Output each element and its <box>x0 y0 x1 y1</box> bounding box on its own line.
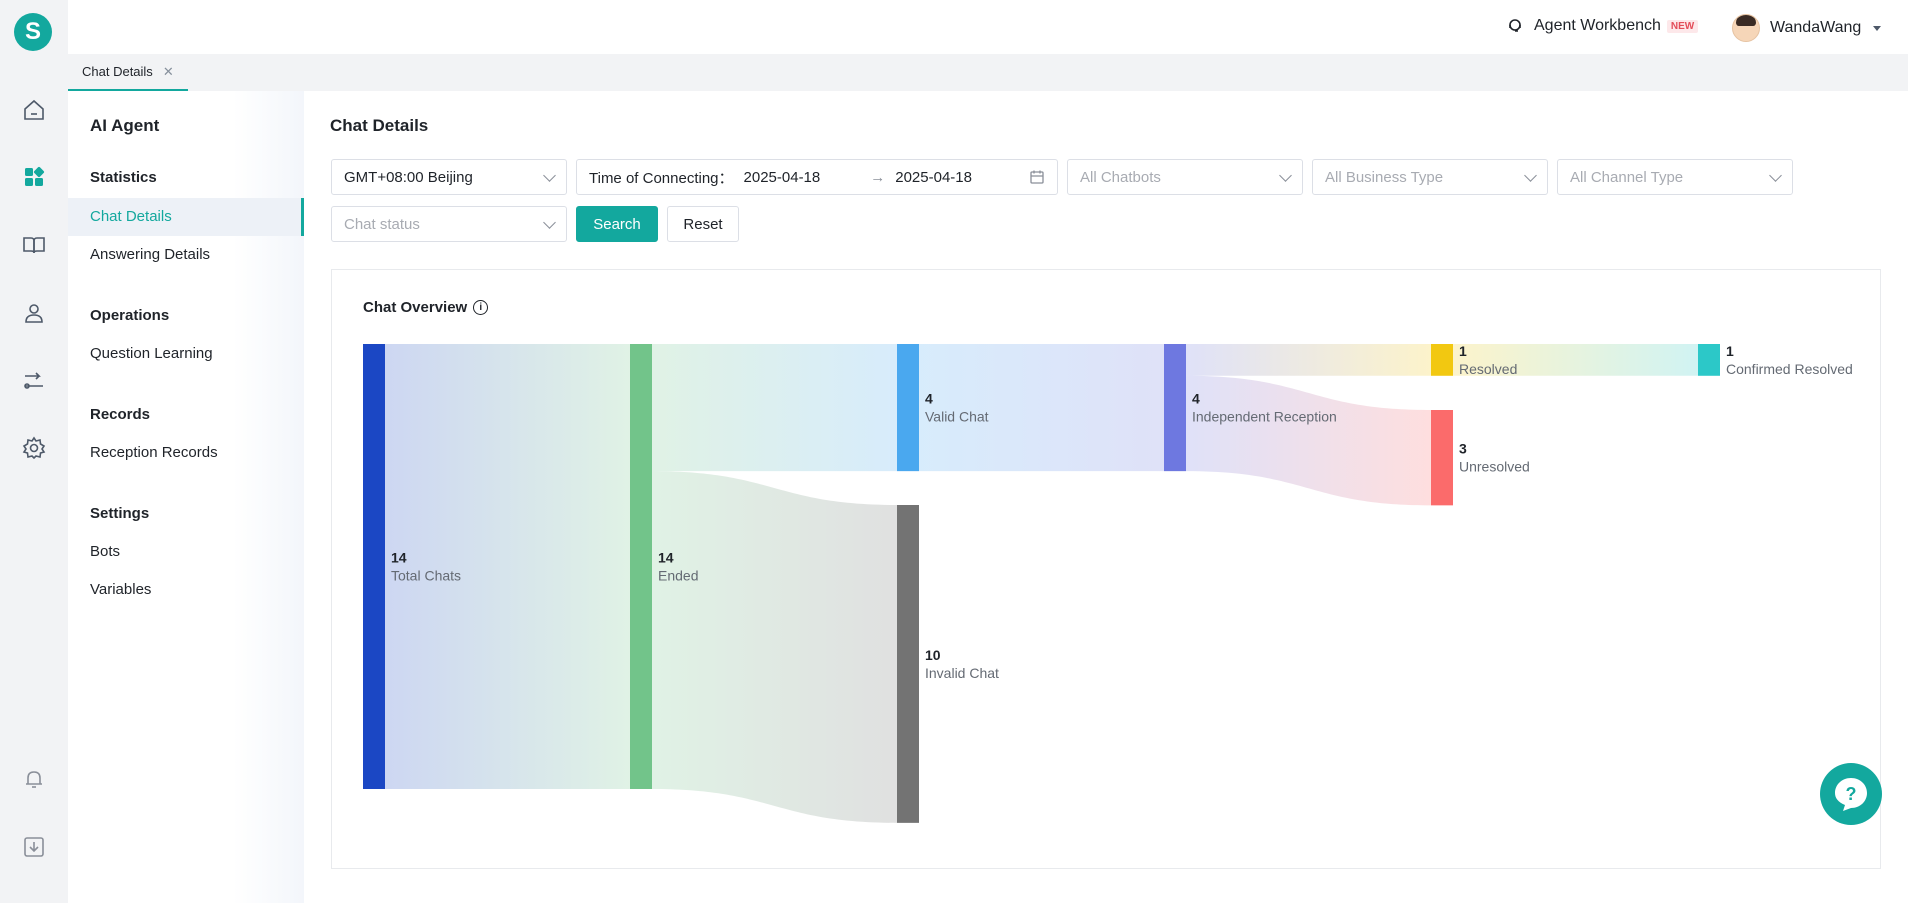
tab-strip: Chat Details ✕ <box>68 54 1908 91</box>
sankey-link-valid-independent[interactable] <box>919 344 1164 472</box>
sankey-node-independent[interactable] <box>1164 344 1186 472</box>
chat-status-placeholder: Chat status <box>344 215 420 233</box>
sankey-value-valid: 4 <box>925 391 933 407</box>
sankey-value-independent: 4 <box>1192 391 1200 407</box>
timezone-select[interactable]: GMT+08:00 Beijing <box>331 159 567 195</box>
book-icon[interactable] <box>20 231 48 259</box>
sankey-link-total-ended[interactable] <box>385 344 630 789</box>
date-start-input[interactable]: 2025-04-18 <box>744 169 821 186</box>
sankey-value-invalid: 10 <box>925 647 941 663</box>
sankey-node-total[interactable] <box>363 344 385 789</box>
sankey-label-ended: Ended <box>658 568 698 584</box>
agent-workbench-link[interactable]: Agent Workbench NEW <box>1506 17 1699 35</box>
dashboard-icon[interactable] <box>20 163 48 191</box>
new-badge: NEW <box>1666 19 1699 33</box>
caret-down-icon <box>1873 25 1882 31</box>
sankey-node-valid[interactable] <box>897 344 919 472</box>
section-statistics: Statistics <box>90 169 157 186</box>
chatbots-placeholder: All Chatbots <box>1080 168 1161 186</box>
sankey-value-confirmed: 1 <box>1726 343 1734 359</box>
chevron-down-icon <box>1524 169 1537 182</box>
section-operations: Operations <box>90 307 170 324</box>
tab-chat-details[interactable]: Chat Details ✕ <box>68 54 188 91</box>
left-rail: S <box>0 0 68 903</box>
business-type-placeholder: All Business Type <box>1325 168 1444 186</box>
sankey-node-confirmed[interactable] <box>1698 344 1720 376</box>
sankey-node-invalid[interactable] <box>897 505 919 823</box>
sankey-link-ended-invalid[interactable] <box>652 471 897 823</box>
chevron-down-icon <box>543 216 556 229</box>
chat-status-select[interactable]: Chat status <box>331 206 567 242</box>
sankey-link-independent-unresolved[interactable] <box>1186 375 1431 506</box>
sankey-label-resolved: Resolved <box>1459 361 1517 377</box>
sankey-value-total: 14 <box>391 550 407 566</box>
sankey-value-ended: 14 <box>658 550 674 566</box>
section-records: Records <box>90 406 151 423</box>
search-button[interactable]: Search <box>576 206 658 242</box>
section-settings: Settings <box>90 505 150 522</box>
sidebar-title: AI Agent <box>90 116 160 135</box>
tab-label: Chat Details <box>82 64 153 79</box>
chevron-down-icon <box>543 169 556 182</box>
top-header: Agent Workbench NEW WandaWang <box>68 0 1908 54</box>
sankey-label-unresolved: Unresolved <box>1459 459 1530 475</box>
sankey-chart: 14Total Chats14Ended4Valid Chat10Invalid… <box>363 343 1853 823</box>
download-icon[interactable] <box>20 833 48 861</box>
home-icon[interactable] <box>20 96 48 124</box>
chevron-down-icon <box>1769 169 1782 182</box>
user-menu[interactable]: WandaWang <box>1732 14 1882 42</box>
help-icon: ? <box>1835 778 1867 811</box>
sidebar-item-reception-records[interactable]: Reception Records <box>68 434 304 472</box>
bell-icon[interactable] <box>20 765 48 793</box>
sankey-node-resolved[interactable] <box>1431 344 1453 376</box>
date-range-picker[interactable]: Time of Connecting： 2025-04-18 → 2025-04… <box>576 159 1058 195</box>
reset-button[interactable]: Reset <box>667 206 739 242</box>
sankey-value-resolved: 1 <box>1459 343 1467 359</box>
close-icon[interactable]: ✕ <box>163 64 174 80</box>
calendar-icon <box>1029 169 1045 189</box>
settings-icon[interactable] <box>20 434 48 462</box>
agent-icon[interactable] <box>20 299 48 327</box>
headset-icon <box>1506 17 1524 35</box>
svg-text:?: ? <box>1846 784 1857 804</box>
date-end-input[interactable]: 2025-04-18 <box>895 169 972 186</box>
sankey-link-independent-resolved[interactable] <box>1186 344 1431 376</box>
avatar <box>1732 14 1760 42</box>
help-button[interactable]: ? <box>1820 763 1882 825</box>
agent-workbench-label: Agent Workbench <box>1534 17 1661 34</box>
sidebar-item-question-learning[interactable]: Question Learning <box>68 335 304 373</box>
sankey-label-confirmed: Confirmed Resolved <box>1726 361 1853 377</box>
chevron-down-icon <box>1279 169 1292 182</box>
sankey-label-valid: Valid Chat <box>925 409 989 425</box>
sankey-node-unresolved[interactable] <box>1431 410 1453 506</box>
sidebar-item-answering-details[interactable]: Answering Details <box>68 236 304 274</box>
sidebar-item-chat-details[interactable]: Chat Details <box>68 198 304 236</box>
flow-icon[interactable] <box>20 367 48 395</box>
app-logo-icon[interactable]: S <box>14 13 52 51</box>
sankey-label-total: Total Chats <box>391 568 461 584</box>
sidebar-item-bots[interactable]: Bots <box>68 533 304 571</box>
sidebar: AI Agent Statistics Chat Details Answeri… <box>68 91 304 903</box>
channel-type-placeholder: All Channel Type <box>1570 168 1684 186</box>
page-title: Chat Details <box>330 116 429 135</box>
sidebar-item-variables[interactable]: Variables <box>68 571 304 609</box>
sankey-node-ended[interactable] <box>630 344 652 789</box>
chatbots-select[interactable]: All Chatbots <box>1067 159 1303 195</box>
sankey-link-ended-valid[interactable] <box>652 344 897 472</box>
business-type-select[interactable]: All Business Type <box>1312 159 1548 195</box>
channel-type-select[interactable]: All Channel Type <box>1557 159 1793 195</box>
main-content: Chat Details GMT+08:00 Beijing Time of C… <box>304 91 1908 903</box>
user-name: WandaWang <box>1770 19 1862 36</box>
sankey-value-unresolved: 3 <box>1459 441 1467 457</box>
date-range-separator: → <box>870 168 886 186</box>
chat-overview-card: Chat Overview i 14 Total Chats 14 Ended 4 Val… <box>331 269 1881 869</box>
timezone-value: GMT+08:00 Beijing <box>344 168 473 186</box>
sankey-label-invalid: Invalid Chat <box>925 665 999 681</box>
sankey-label-independent: Independent Reception <box>1192 409 1337 425</box>
time-label: Time of Connecting： <box>589 169 734 187</box>
